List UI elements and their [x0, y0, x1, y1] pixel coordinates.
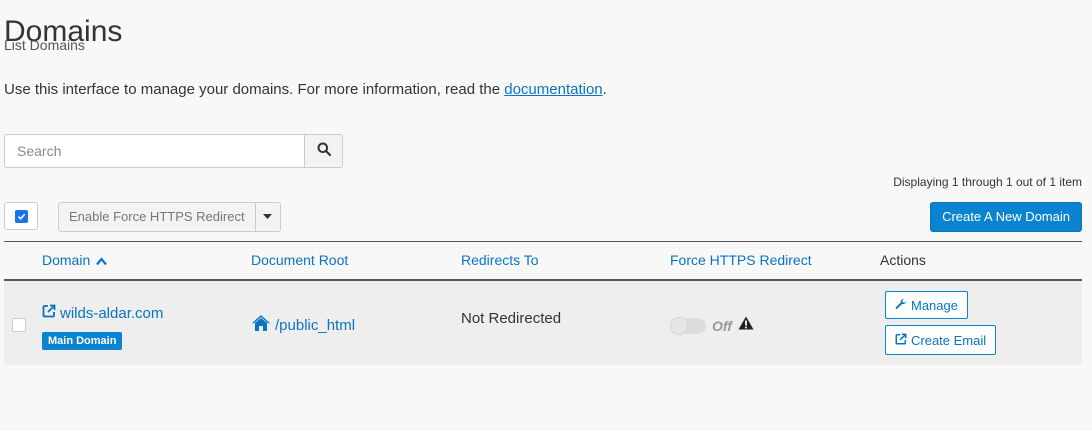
external-link-icon: [895, 333, 907, 348]
document-root-path: /public_html: [275, 316, 356, 334]
column-header-force-https[interactable]: Force HTTPS Redirect: [670, 252, 812, 268]
warning-icon[interactable]: [738, 316, 754, 335]
search-button[interactable]: [304, 134, 343, 168]
domains-table: Domain Document Root Redirects To Force …: [4, 241, 1082, 365]
sort-ascending-icon: [94, 252, 107, 268]
manage-button[interactable]: Manage: [885, 291, 968, 319]
force-https-toggle[interactable]: [670, 316, 706, 335]
intro-body: Use this interface to manage your domain…: [4, 81, 505, 98]
toggle-state-label: Off: [712, 317, 732, 334]
column-header-redirects-to[interactable]: Redirects To: [461, 252, 539, 268]
force-https-cell: Off: [670, 316, 754, 335]
documentation-link[interactable]: documentation: [504, 81, 602, 98]
create-email-button[interactable]: Create Email: [885, 325, 997, 355]
column-header-label: Domain: [42, 252, 91, 268]
intro-suffix: .: [602, 81, 607, 98]
search-input[interactable]: [4, 134, 304, 168]
checkmark-icon: [14, 209, 28, 223]
create-email-label: Create Email: [911, 332, 987, 348]
domain-name: wilds-aldar.com: [60, 304, 164, 322]
bulk-action-label[interactable]: Enable Force HTTPS Redirect: [59, 203, 256, 231]
chevron-down-icon[interactable]: [256, 203, 280, 231]
bulk-action-dropdown[interactable]: Enable Force HTTPS Redirect: [58, 202, 281, 232]
create-domain-button[interactable]: Create A New Domain: [930, 202, 1082, 232]
row-checkbox[interactable]: [12, 318, 26, 332]
column-header-actions: Actions: [880, 252, 926, 268]
redirect-status: Not Redirected: [461, 310, 562, 327]
manage-label: Manage: [911, 297, 958, 313]
table-row: wilds-aldar.com Main Domain /public_html…: [4, 281, 1082, 365]
wrench-icon: [895, 298, 907, 313]
home-icon: [251, 314, 271, 336]
intro-text: Use this interface to manage your domain…: [4, 81, 607, 98]
pagination-summary: Displaying 1 through 1 out of 1 item: [893, 175, 1082, 189]
table-header: Domain Document Root Redirects To Force …: [4, 241, 1082, 281]
document-root-link[interactable]: /public_html: [251, 314, 355, 336]
domain-link[interactable]: wilds-aldar.com: [42, 304, 163, 322]
main-domain-badge: Main Domain: [42, 332, 123, 350]
column-header-document-root[interactable]: Document Root: [251, 252, 348, 268]
external-link-icon: [42, 304, 56, 322]
toggle-knob: [670, 316, 688, 335]
column-header-domain[interactable]: Domain: [42, 252, 107, 268]
search-icon: [317, 142, 331, 161]
page-subtitle: List Domains: [4, 37, 85, 53]
search-group: [4, 134, 343, 168]
select-all-checkbox[interactable]: [4, 202, 38, 230]
